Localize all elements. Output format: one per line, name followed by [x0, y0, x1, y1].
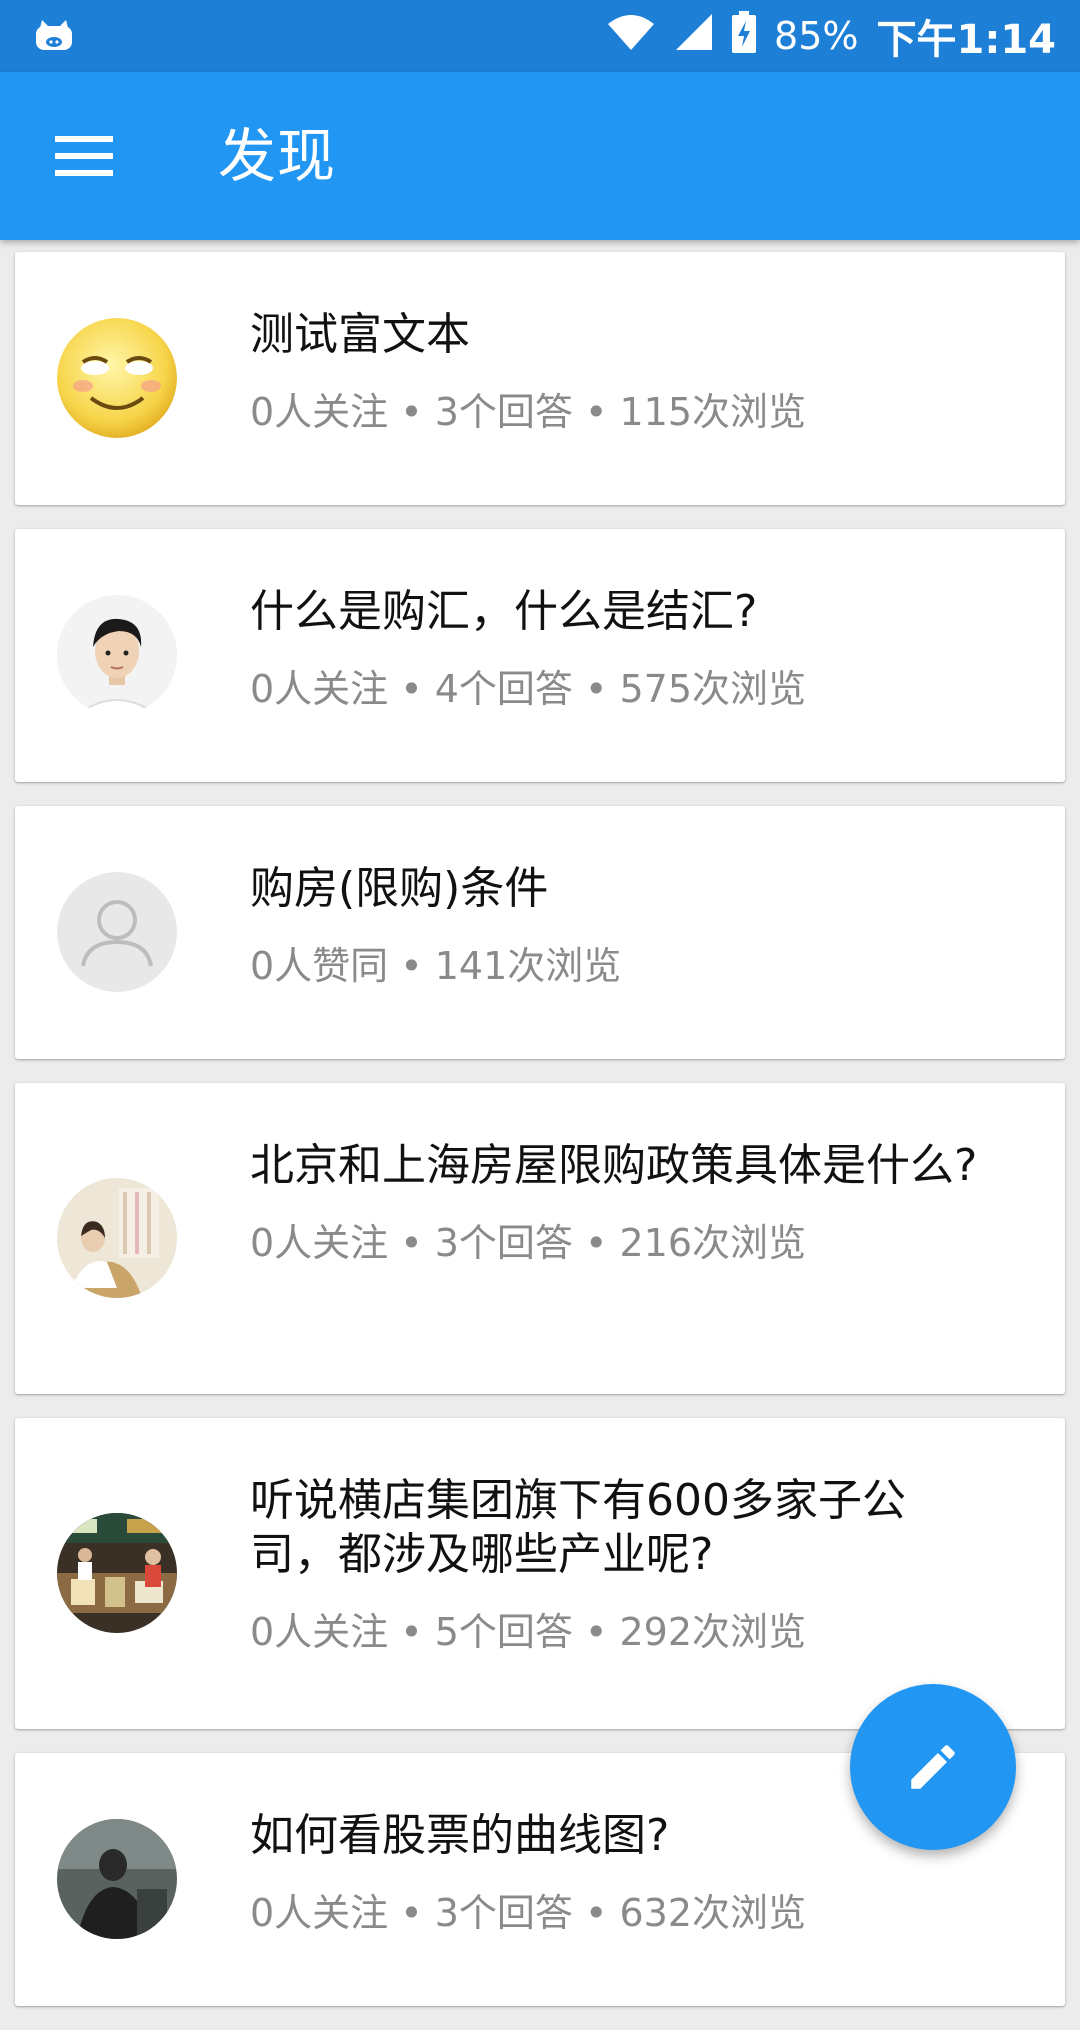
question-stats: 0人关注 • 3个回答 • 115次浏览 — [250, 390, 807, 434]
question-stats: 0人关注 • 3个回答 • 216次浏览 — [250, 1221, 807, 1265]
wifi-icon — [606, 12, 656, 61]
question-text: 听说横店集团旗下有600多家子公司，都涉及哪些产业呢? 0人关注 • 5个回答 … — [250, 1474, 985, 1656]
avatar-photo-dark — [57, 1819, 177, 1939]
avatar-photo-light — [57, 1178, 177, 1298]
signal-icon — [674, 12, 714, 61]
question-title: 什么是购汇，什么是结汇? — [250, 586, 758, 637]
question-title: 北京和上海房屋限购政策具体是什么? — [250, 1140, 978, 1191]
status-indicators: 85% 下午1:14 — [606, 0, 1056, 72]
app-bar: 发现 — [0, 72, 1080, 240]
question-text: 北京和上海房屋限购政策具体是什么? 0人关注 • 3个回答 • 216次浏览 — [250, 1139, 985, 1267]
avatar-person-photo — [57, 595, 177, 715]
pencil-icon — [911, 1745, 955, 1789]
battery-charging-icon — [732, 10, 757, 62]
question-text: 测试富文本 0人关注 • 3个回答 • 115次浏览 — [250, 308, 985, 436]
status-bar: 85% 下午1:14 — [0, 0, 1080, 72]
compose-fab-button[interactable] — [850, 1684, 1016, 1850]
notification-app-icon — [34, 18, 74, 54]
question-card[interactable]: 购房(限购)条件 0人赞同 • 141次浏览 — [15, 806, 1065, 1059]
battery-percent: 85% — [774, 14, 859, 58]
question-card[interactable]: 测试富文本 0人关注 • 3个回答 • 115次浏览 — [15, 252, 1065, 505]
hamburger-menu-icon — [55, 136, 113, 176]
question-title: 购房(限购)条件 — [250, 863, 549, 914]
question-title: 测试富文本 — [250, 309, 470, 360]
default-user-avatar-icon — [57, 872, 177, 992]
page-title: 发现 — [218, 122, 337, 190]
question-text: 什么是购汇，什么是结汇? 0人关注 • 4个回答 • 575次浏览 — [250, 585, 985, 713]
question-text: 购房(限购)条件 0人赞同 • 141次浏览 — [250, 862, 985, 990]
question-stats: 0人赞同 • 141次浏览 — [250, 944, 622, 988]
question-card[interactable]: 北京和上海房屋限购政策具体是什么? 0人关注 • 3个回答 • 216次浏览 — [15, 1083, 1065, 1394]
menu-button[interactable] — [38, 110, 130, 202]
question-stats: 0人关注 • 4个回答 • 575次浏览 — [250, 667, 807, 711]
avatar-photo-store — [57, 1513, 177, 1633]
question-title: 听说横店集团旗下有600多家子公司，都涉及哪些产业呢? — [250, 1475, 906, 1580]
question-stats: 0人关注 • 3个回答 • 632次浏览 — [250, 1891, 807, 1935]
question-card[interactable]: 听说横店集团旗下有600多家子公司，都涉及哪些产业呢? 0人关注 • 5个回答 … — [15, 1418, 1065, 1729]
question-stats: 0人关注 • 5个回答 • 292次浏览 — [250, 1610, 807, 1654]
clock: 下午1:14 — [876, 17, 1057, 63]
question-text: 如何看股票的曲线图? 0人关注 • 3个回答 • 632次浏览 — [250, 1809, 985, 1937]
avatar-smiley — [57, 318, 177, 438]
question-card[interactable]: 什么是购汇，什么是结汇? 0人关注 • 4个回答 • 575次浏览 — [15, 529, 1065, 782]
